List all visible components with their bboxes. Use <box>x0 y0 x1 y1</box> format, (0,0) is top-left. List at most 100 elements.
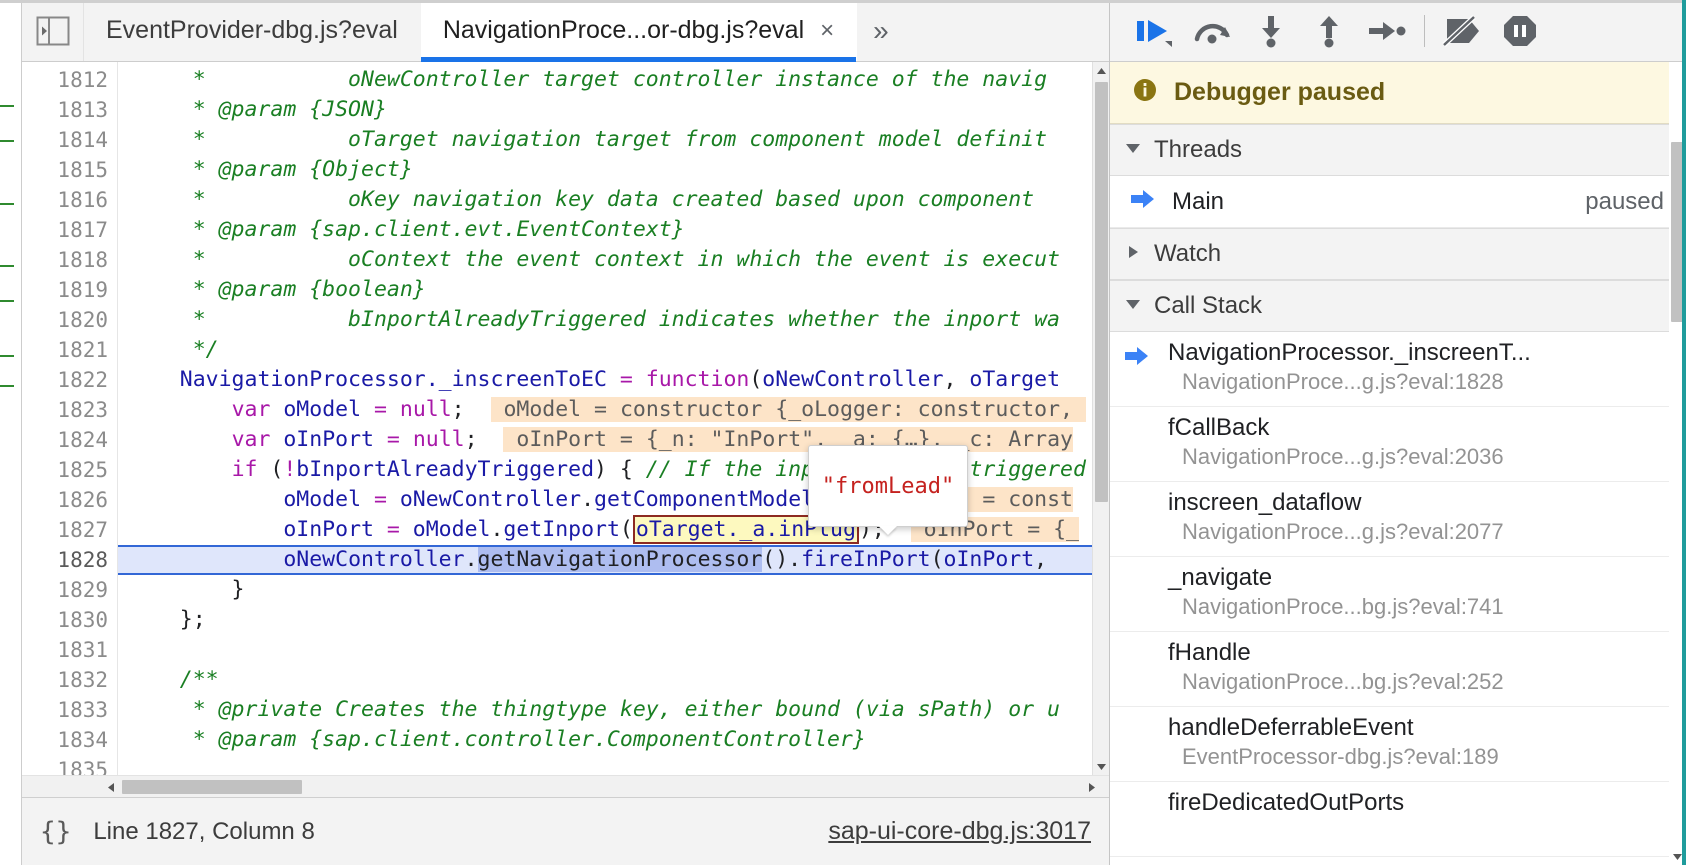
line-number[interactable]: 1832 <box>22 665 117 695</box>
frame-source-location[interactable]: EventProcessor-dbg.js?eval:189 <box>1130 744 1666 770</box>
line-number[interactable]: 1829 <box>22 575 117 605</box>
line-number[interactable]: 1830 <box>22 605 117 635</box>
tab-navigationprocessor[interactable]: NavigationProce...or-dbg.js?eval × <box>420 0 858 62</box>
code-token: * oKey navigation key data created based… <box>128 187 1048 212</box>
line-number[interactable]: 1812 <box>22 65 117 95</box>
code-line[interactable]: * oTarget navigation target from compone… <box>118 125 1109 155</box>
code-token: oTarget <box>969 367 1061 392</box>
line-number[interactable]: 1822 <box>22 365 117 395</box>
line-number[interactable]: 1817 <box>22 215 117 245</box>
code-line[interactable]: var oModel = null; oModel = constructor … <box>118 395 1109 425</box>
watch-section-header[interactable]: Watch <box>1110 228 1686 280</box>
scroll-up-arrow-icon[interactable] <box>1093 62 1109 79</box>
code-token: ; <box>464 427 504 452</box>
source-mapped-file-link[interactable]: sap-ui-core-dbg.js:3017 <box>828 817 1091 846</box>
more-tabs-icon[interactable]: » <box>857 0 905 61</box>
line-number[interactable]: 1825 <box>22 455 117 485</box>
call-stack-frame[interactable]: _navigate NavigationProce...bg.js?eval:74… <box>1110 557 1686 632</box>
thread-name: Main <box>1172 187 1225 215</box>
code-line[interactable]: }; <box>118 605 1109 635</box>
line-number[interactable]: 1820 <box>22 305 117 335</box>
paused-message: Debugger paused <box>1174 78 1386 106</box>
frame-source-location[interactable]: NavigationProce...bg.js?eval:741 <box>1130 594 1666 620</box>
call-stack-list[interactable]: NavigationProcessor._inscreenT... Navigat… <box>1110 332 1686 865</box>
editor-horizontal-scrollbar[interactable] <box>22 775 1109 797</box>
pretty-print-icon[interactable]: {} <box>40 817 71 847</box>
code-line[interactable]: * @param {boolean} <box>118 275 1109 305</box>
code-line[interactable]: * oNewController target controller insta… <box>118 65 1109 95</box>
scroll-right-arrow-icon[interactable] <box>1083 776 1101 798</box>
frame-source-location[interactable]: NavigationProce...g.js?eval:2077 <box>1130 519 1666 545</box>
thread-state: paused <box>1585 187 1664 215</box>
code-line[interactable]: * @param {JSON} <box>118 95 1109 125</box>
line-number[interactable]: 1815 <box>22 155 117 185</box>
code-line[interactable] <box>118 635 1109 665</box>
line-number[interactable]: 1831 <box>22 635 117 665</box>
code-line[interactable]: * @param {sap.client.controller.Componen… <box>118 725 1109 755</box>
code-editor[interactable]: * oNewController target controller insta… <box>118 62 1109 775</box>
code-token: oModel <box>412 517 491 542</box>
code-line[interactable]: } <box>118 575 1109 605</box>
code-line[interactable] <box>118 755 1109 775</box>
call-stack-frame[interactable]: fireDedicatedOutPorts <box>1110 782 1686 857</box>
line-number[interactable]: 1821 <box>22 335 117 365</box>
line-number[interactable]: 1835 <box>22 755 117 775</box>
pause-on-exceptions-button[interactable] <box>1491 2 1549 60</box>
editor-vertical-scrollbar[interactable] <box>1092 62 1109 775</box>
step-over-button[interactable] <box>1184 2 1242 60</box>
line-number[interactable]: 1816 <box>22 185 117 215</box>
line-number[interactable]: 1813 <box>22 95 117 125</box>
code-line-current[interactable]: oNewController.getNavigationProcessor().… <box>118 545 1109 575</box>
code-token: = <box>606 367 646 392</box>
show-navigator-icon[interactable] <box>22 0 84 61</box>
call-stack-frame[interactable]: NavigationProcessor._inscreenT... Navigat… <box>1110 332 1686 407</box>
step-into-button[interactable] <box>1242 2 1300 60</box>
deactivate-breakpoints-button[interactable] <box>1433 2 1491 60</box>
code-line[interactable]: */ <box>118 335 1109 365</box>
editor-status-bar: {} Line 1827, Column 8 sap-ui-core-dbg.j… <box>22 797 1109 865</box>
step-out-button[interactable] <box>1300 2 1358 60</box>
code-line[interactable]: * @param {sap.client.evt.EventContext} <box>118 215 1109 245</box>
line-number[interactable]: 1833 <box>22 695 117 725</box>
code-token: */ <box>128 337 219 362</box>
call-stack-frame[interactable]: fCallBack NavigationProce...g.js?eval:203… <box>1110 407 1686 482</box>
resume-script-execution-button[interactable] <box>1126 2 1184 60</box>
line-number[interactable]: 1828 <box>22 545 117 575</box>
frame-source-location[interactable]: NavigationProce...g.js?eval:1828 <box>1130 369 1666 395</box>
line-number[interactable]: 1826 <box>22 485 117 515</box>
line-number[interactable]: 1814 <box>22 125 117 155</box>
call-stack-frame[interactable]: handleDeferrableEvent EventProcessor-dbg.… <box>1110 707 1686 782</box>
call-stack-frame[interactable]: fHandle NavigationProce...bg.js?eval:252 <box>1110 632 1686 707</box>
thread-row-main[interactable]: Main paused <box>1110 176 1686 228</box>
code-line[interactable]: /** <box>118 665 1109 695</box>
close-icon[interactable]: × <box>820 18 834 43</box>
line-number[interactable]: 1818 <box>22 245 117 275</box>
code-line[interactable]: * @private Creates the thingtype key, ei… <box>118 695 1109 725</box>
scrollbar-thumb[interactable] <box>1095 82 1108 502</box>
scroll-left-arrow-icon[interactable] <box>102 776 120 798</box>
threads-section-header[interactable]: Threads <box>1110 124 1686 176</box>
line-number[interactable]: 1827 <box>22 515 117 545</box>
line-number[interactable]: 1823 <box>22 395 117 425</box>
line-number[interactable]: 1834 <box>22 725 117 755</box>
code-line[interactable]: * @param {Object} <box>118 155 1109 185</box>
line-number[interactable]: 1824 <box>22 425 117 455</box>
scroll-down-arrow-icon[interactable] <box>1093 758 1109 775</box>
line-number[interactable]: 1819 <box>22 275 117 305</box>
code-token: (). <box>762 547 802 572</box>
code-line[interactable]: * oContext the event context in which th… <box>118 245 1109 275</box>
tab-eventprovider[interactable]: EventProvider-dbg.js?eval <box>84 0 421 61</box>
code-line[interactable]: NavigationProcessor._inscreenToEC = func… <box>118 365 1109 395</box>
code-line[interactable]: * bInportAlreadyTriggered indicates whet… <box>118 305 1109 335</box>
frame-source-location[interactable]: NavigationProce...bg.js?eval:252 <box>1130 669 1666 695</box>
code-line[interactable]: * oKey navigation key data created based… <box>118 185 1109 215</box>
call-stack-section-header[interactable]: Call Stack <box>1110 280 1686 332</box>
hscrollbar-thumb[interactable] <box>122 780 302 794</box>
frame-source-location[interactable]: NavigationProce...g.js?eval:2036 <box>1130 444 1666 470</box>
window-right-edge <box>1682 0 1686 865</box>
step-button[interactable] <box>1358 2 1416 60</box>
call-stack-frame[interactable]: inscreen_dataflow NavigationProce...g.js?… <box>1110 482 1686 557</box>
code-token: = <box>361 487 400 512</box>
